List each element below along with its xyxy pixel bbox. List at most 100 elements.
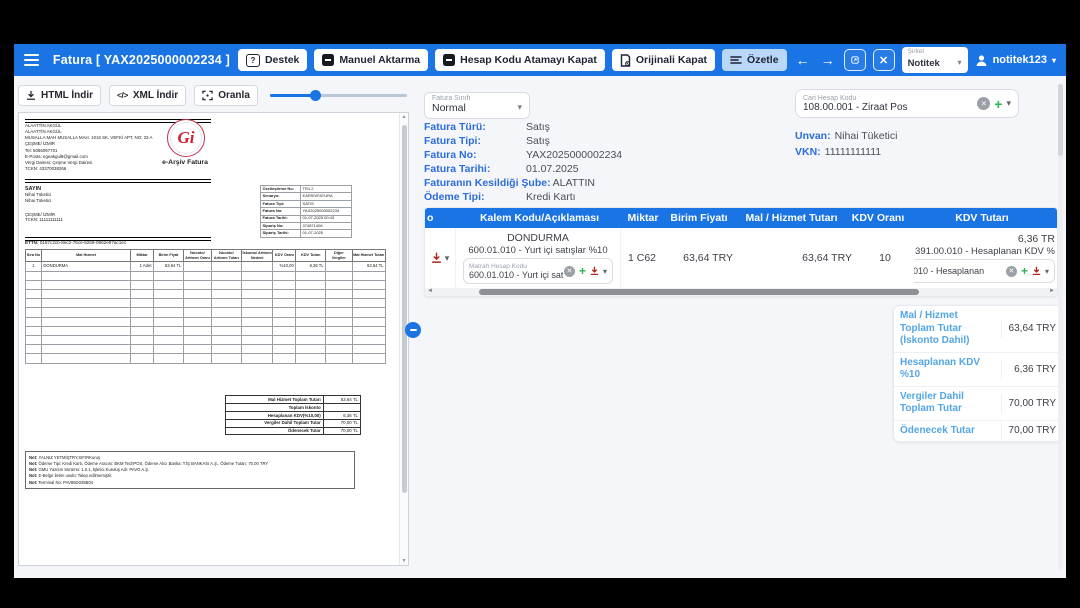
invoice-summary-table: Mal Hizmet Toplam Tutarı 63,64 TL Toplam … <box>225 395 362 436</box>
item-description-cell: DONDURMA 600.01.010 - Yurt içi satışlar … <box>456 228 621 288</box>
download-icon[interactable] <box>590 266 599 276</box>
info-row: Ödeme Tipi: Kredi Kartı <box>424 191 576 203</box>
row-actions: ▾ <box>425 228 456 288</box>
earsiv-caption: e-Arşiv Fatura <box>162 159 208 166</box>
download-icon[interactable] <box>1032 266 1041 276</box>
chevron-down-icon: ▾ <box>517 102 522 112</box>
clear-icon[interactable]: ✕ <box>563 265 575 277</box>
scroll-left-icon[interactable]: ◄ <box>427 287 433 296</box>
invoice-preview: ALAATTİN AKGÜL ALAATTİN AKGÜL MUSALLA MA… <box>18 112 409 566</box>
preview-toolbar: HTML İndir </> XML İndir Oranla <box>18 84 413 106</box>
preview-vertical-scrollbar[interactable]: ▲ ▼ <box>399 113 408 565</box>
invoice-preview-panel: HTML İndir </> XML İndir Oranla ALAATTİN… <box>14 76 413 578</box>
scrollbar-thumb[interactable] <box>1058 84 1063 156</box>
add-icon[interactable]: + <box>579 265 586 277</box>
scroll-right-icon[interactable]: ► <box>1049 287 1055 296</box>
scroll-down-icon[interactable]: ▼ <box>402 558 407 564</box>
info-row: Fatura No: YAX2025000002234 <box>424 149 623 161</box>
chevron-down-icon: ▾ <box>957 58 962 67</box>
document-close-icon <box>620 53 631 67</box>
invoice-form-panel: Fatura Sınıfı Normal ▾ Cari Hesap Kodu 1… <box>413 76 1066 578</box>
right-panel-scrollbar[interactable] <box>1058 84 1063 570</box>
unit-price-cell: 63,64 TRY <box>683 252 733 264</box>
scroll-up-icon[interactable]: ▲ <box>402 114 407 120</box>
username: notitek123 <box>992 54 1047 66</box>
chevron-down-icon[interactable]: ▾ <box>1006 98 1011 109</box>
manual-transfer-button[interactable]: Manuel Aktarma <box>314 49 429 71</box>
screen: Fatura [ YAX2025000002234 ] ? Destek Man… <box>0 0 1080 608</box>
table-header: o Kalem Kodu/Açıklaması Miktar Birim Fiy… <box>425 208 1057 228</box>
info-row: Fatura Tarihi: 01.07.2025 <box>424 163 579 175</box>
current-account-code-combo[interactable]: Cari Hesap Kodu 108.00.001 - Ziraat Pos … <box>795 89 1019 118</box>
summarize-button[interactable]: Özetle <box>722 49 787 71</box>
matrah-account-code-input[interactable]: Matrah Hesap Kodu 600.01.010 - Yurt içi … <box>463 258 613 284</box>
item-account-code: 600.01.010 - Yurt içi satışlar %10 <box>468 245 608 256</box>
scrollbar-thumb[interactable] <box>402 125 407 493</box>
vat-amount-cell: 6,36 TR 391.00.010 - Hesaplanan KDV % 39… <box>914 228 1057 288</box>
totals-row: Hesaplanan KDV %10 6,36 TRY <box>894 353 1061 387</box>
info-row: Fatura Tipi: Satış <box>424 135 550 147</box>
support-button[interactable]: ? Destek <box>237 49 308 71</box>
expand-icon <box>202 90 213 100</box>
totals-row: Ödenecek Tutar 70,00 TRY <box>894 421 1061 442</box>
export-icon <box>850 56 859 64</box>
totals-row: Vergiler Dahil Toplam Tutar 70,00 TRY <box>894 387 1061 421</box>
account-code-icon <box>443 54 456 66</box>
close-original-button[interactable]: Orijinali Kapat <box>611 49 716 71</box>
info-row: Fatura Türü: Satış <box>424 121 550 133</box>
add-icon[interactable]: + <box>1021 265 1028 277</box>
panel-resize-handle[interactable] <box>405 322 421 338</box>
gib-logo: Gi <box>167 119 205 157</box>
previous-arrow-button[interactable]: ← <box>794 52 812 68</box>
zoom-slider-thumb[interactable] <box>310 89 322 101</box>
vat-amount: 6,36 TR <box>1017 233 1055 245</box>
zoom-slider[interactable] <box>269 89 407 101</box>
clear-icon[interactable]: ✕ <box>977 97 991 110</box>
xml-download-button[interactable]: </> XML İndir <box>109 84 187 106</box>
info-row: Faturanın Kesildiği Şube: ALATTIN <box>424 177 596 189</box>
content-area: HTML İndir </> XML İndir Oranla ALAATTİN… <box>14 76 1066 578</box>
vkn-row: VKN: 11111111111 <box>795 146 882 158</box>
vat-rate-cell: 10 <box>879 252 891 264</box>
vat-account-code-input[interactable]: 391.00.010 - Hesaplanan ✕ + ▾ <box>914 259 1055 283</box>
table-row: ▾ DONDURMA 600.01.010 - Yurt içi satışla… <box>425 228 1057 288</box>
invoice-class-select[interactable]: Fatura Sınıfı Normal ▾ <box>424 92 530 119</box>
buyer-info: SAYIN Nihai Tüketici Nihai Tüketici ÇEŞM… <box>25 186 63 222</box>
invoice-items-table: Sıra No Mal Hizmet Miktar Birim Fiyat İs… <box>25 248 387 364</box>
scrollbar-thumb[interactable] <box>479 289 919 295</box>
chevron-down-icon[interactable]: ▾ <box>1045 267 1049 276</box>
line-items-table: o Kalem Kodu/Açıklaması Miktar Birim Fiy… <box>424 207 1058 297</box>
add-icon[interactable]: + <box>994 97 1002 111</box>
truncated-column-header: o <box>427 212 434 224</box>
chevron-down-icon[interactable]: ▾ <box>603 267 607 276</box>
item-name: DONDURMA <box>507 232 569 244</box>
table-horizontal-scrollbar[interactable]: ◄ ► <box>425 288 1057 296</box>
totals-card: Mal / Hizmet Toplam Tutar (İskonto Dahil… <box>893 305 1062 442</box>
quantity-cell: 1 C62 <box>627 252 657 264</box>
summary-lines-icon <box>730 56 742 64</box>
scale-button[interactable]: Oranla <box>194 84 258 106</box>
top-bar-actions: ? Destek Manuel Aktarma Hesap Kodu Atama… <box>237 47 1056 73</box>
user-icon <box>976 54 987 66</box>
next-arrow-button[interactable]: → <box>819 52 837 68</box>
page-title: Fatura [ YAX2025000002234 ] <box>52 53 230 67</box>
html-download-button[interactable]: HTML İndir <box>18 84 102 106</box>
help-bubble-icon: ? <box>245 53 260 67</box>
close-account-code-assignment-button[interactable]: Hesap Kodu Atamayı Kapat <box>435 49 605 71</box>
close-window-button[interactable]: ✕ <box>872 49 895 71</box>
invoice-item-row: 1 DONDURMA 1 Adet 63,64 TL %10,00 6,36 TL 6… <box>25 261 387 272</box>
top-bar: Fatura [ YAX2025000002234 ] ? Destek Man… <box>14 44 1066 76</box>
company-select[interactable]: Şirket Notitek ▾ <box>901 47 968 73</box>
title-row: Unvan: Nihai Tüketici <box>795 130 898 142</box>
hamburger-menu-icon[interactable] <box>24 54 39 66</box>
totals-row: Mal / Hizmet Toplam Tutar (İskonto Dahil… <box>894 306 1061 353</box>
clear-icon[interactable]: ✕ <box>1005 265 1017 277</box>
chevron-down-icon: ▾ <box>1051 55 1056 65</box>
open-original-window-button[interactable] <box>843 49 866 71</box>
app-window: Fatura [ YAX2025000002234 ] ? Destek Man… <box>14 44 1066 578</box>
chevron-down-icon[interactable]: ▾ <box>445 253 450 264</box>
line-total-cell: 63,64 TRY <box>802 252 852 264</box>
invoice-notes: Not: YALNIZ YETMİŞTRY,SIFIRKuruş Not: Öd… <box>25 451 355 490</box>
user-menu[interactable]: notitek123 ▾ <box>975 54 1056 67</box>
download-icon[interactable] <box>431 252 442 264</box>
